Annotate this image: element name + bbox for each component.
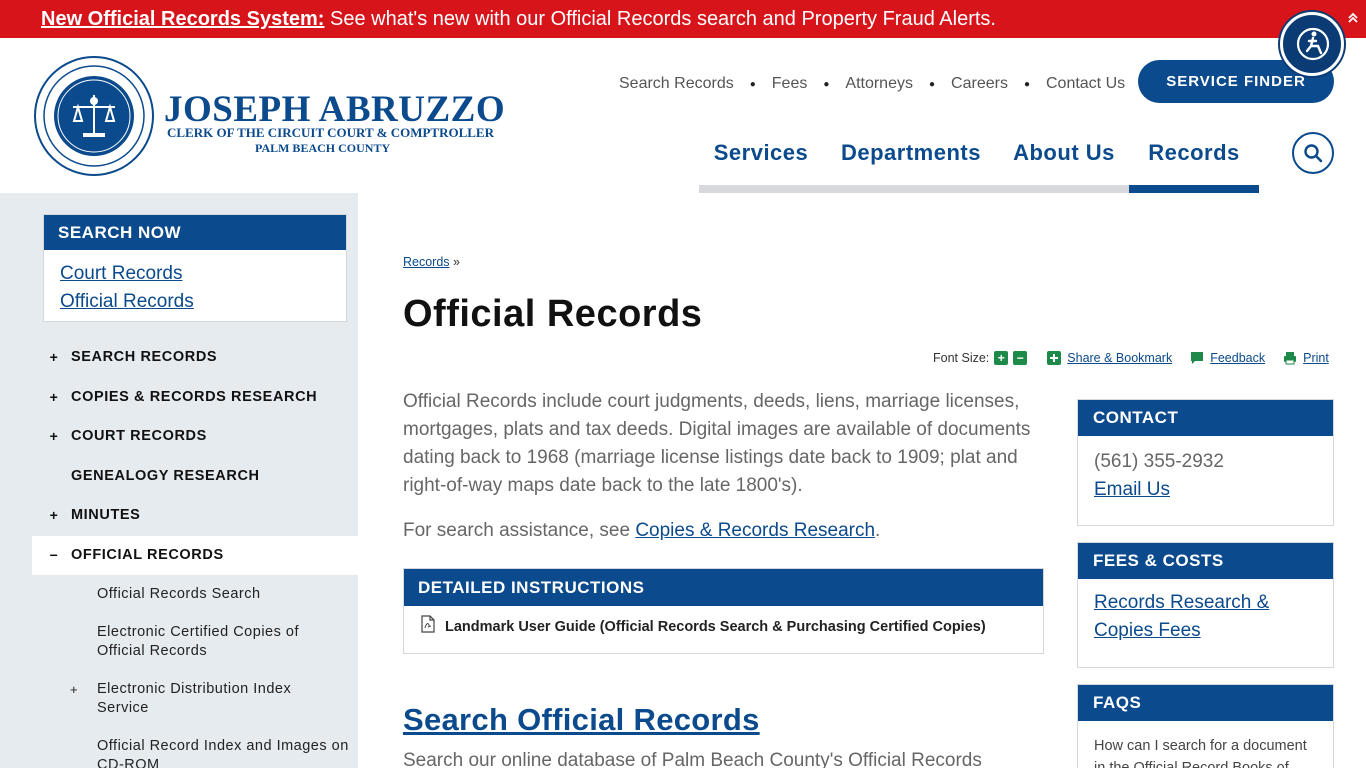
faqs-card: FAQS How can I search for a document in … — [1077, 684, 1334, 768]
sidebar-item-official-records[interactable]: − OFFICIAL RECORDS — [32, 535, 358, 576]
sidebar-item-label: COURT RECORDS — [71, 428, 207, 444]
faq-question-cont[interactable]: in the Official Record Books of — [1094, 757, 1317, 768]
search-now-title: SEARCH NOW — [44, 215, 346, 250]
breadcrumb-separator: » — [449, 255, 460, 269]
util-nav-attorneys[interactable]: Attorneys — [845, 75, 913, 93]
collapse-icon[interactable]: − — [48, 536, 60, 576]
chevron-up-icon[interactable] — [1340, 0, 1366, 38]
search-now-box: SEARCH NOW Court Records Official Record… — [43, 214, 347, 322]
main-nav: Services Departments About Us Records — [699, 138, 1259, 193]
sidebar-item-label: MINUTES — [71, 507, 141, 523]
sidebar-item-minutes[interactable]: + MINUTES — [32, 496, 358, 536]
expand-icon[interactable]: + — [48, 496, 60, 536]
subnav-label: Official Record Index and Images on CD-R… — [97, 738, 349, 768]
nav-departments[interactable]: Departments — [837, 138, 985, 185]
feedback-link[interactable]: Feedback — [1210, 351, 1265, 365]
court-records-link[interactable]: Court Records — [44, 260, 346, 288]
search-official-records-heading[interactable]: Search Official Records — [403, 702, 760, 738]
subnav-label: Official Records Search — [97, 586, 261, 602]
separator-dot: ● — [928, 78, 936, 90]
clerk-seal-logo[interactable] — [33, 55, 155, 177]
expand-icon[interactable]: + — [48, 338, 60, 378]
alert-text: See what's new with our Official Records… — [324, 8, 996, 30]
separator-dot: ● — [1023, 78, 1030, 90]
search-icon — [1304, 144, 1323, 163]
util-nav-careers[interactable]: Careers — [951, 75, 1008, 93]
sidebar-item-label: OFFICIAL RECORDS — [71, 546, 224, 563]
detailed-instructions-box: DETAILED INSTRUCTIONS Landmark User Guid… — [403, 568, 1044, 654]
font-size-label: Font Size: — [933, 351, 990, 365]
side-menu: + SEARCH RECORDS + COPIES & RECORDS RESEAR… — [32, 338, 358, 768]
breadcrumb: Records » — [403, 255, 460, 269]
expand-icon[interactable]: + — [70, 680, 78, 699]
contact-card: CONTACT (561) 355-2932 Email Us — [1077, 399, 1334, 526]
subnav-official-records-search[interactable]: Official Records Search — [32, 585, 358, 623]
sidebar-item-search-records[interactable]: + SEARCH RECORDS — [32, 338, 358, 378]
site-header: JOSEPH ABRUZZO CLERK OF THE CIRCUIT COUR… — [0, 38, 1366, 193]
fees-card: FEES & COSTS Records Research & Copies F… — [1077, 542, 1334, 668]
search-button[interactable] — [1292, 132, 1334, 174]
font-decrease-button[interactable]: − — [1013, 351, 1028, 365]
official-records-link[interactable]: Official Records — [44, 288, 346, 316]
print-icon — [1284, 352, 1297, 365]
expand-icon[interactable]: + — [48, 378, 60, 418]
nav-underline — [699, 185, 1129, 193]
page-tools: Font Size: + − Share & Bookmark Feedback… — [933, 351, 1329, 365]
subnav-label: Electronic Distribution Index Service — [97, 681, 292, 716]
section-description: Search our online database of Palm Beach… — [403, 750, 982, 768]
util-nav-search-records[interactable]: Search Records — [619, 75, 734, 93]
separator-dot: ● — [749, 78, 756, 90]
pdf-icon — [421, 615, 435, 633]
sidebar: SEARCH NOW Court Records Official Record… — [0, 193, 358, 768]
sidebar-item-copies-research[interactable]: + COPIES & RECORDS RESEARCH — [32, 378, 358, 418]
sidebar-item-court-records[interactable]: + COURT RECORDS — [32, 417, 358, 457]
nav-records[interactable]: Records — [1139, 138, 1249, 185]
copies-research-link[interactable]: Copies & Records Research — [635, 520, 875, 541]
subnav-label: Electronic Certified Copies of Official … — [97, 624, 299, 659]
separator-dot: ● — [823, 78, 830, 90]
contact-title: CONTACT — [1078, 400, 1333, 436]
share-plus-icon — [1047, 351, 1062, 365]
print-link[interactable]: Print — [1303, 351, 1329, 365]
feedback-icon — [1191, 352, 1204, 364]
util-nav-contact-us[interactable]: Contact Us — [1046, 75, 1125, 93]
assist-prefix: For search assistance, see — [403, 520, 636, 541]
page-title: Official Records — [403, 293, 703, 335]
share-bookmark-link[interactable]: Share & Bookmark — [1067, 351, 1172, 365]
intro-paragraph: Official Records include court judgments… — [403, 391, 1031, 496]
email-us-link[interactable]: Email Us — [1094, 479, 1170, 500]
utility-nav: Search Records ● Fees ● Attorneys ● Care… — [619, 75, 1125, 93]
accessibility-button[interactable] — [1280, 12, 1344, 76]
subnav-index-images-cd[interactable]: Official Record Index and Images on CD-R… — [32, 737, 358, 768]
nav-about-us[interactable]: About Us — [1012, 138, 1116, 185]
alert-banner: New Official Records System: See what's … — [0, 0, 1366, 38]
faq-question[interactable]: How can I search for a document — [1094, 735, 1317, 757]
clerk-title: CLERK OF THE CIRCUIT COURT & COMPTROLLER — [167, 125, 494, 140]
alert-link[interactable]: New Official Records System: — [41, 8, 324, 30]
breadcrumb-records-link[interactable]: Records — [403, 255, 450, 269]
landmark-guide-item[interactable]: Landmark User Guide (Official Records Se… — [404, 606, 1043, 635]
util-nav-fees[interactable]: Fees — [772, 75, 808, 93]
expand-icon[interactable]: + — [48, 417, 60, 457]
nav-services[interactable]: Services — [711, 138, 811, 185]
faqs-title: FAQS — [1078, 685, 1333, 721]
fees-link-line1[interactable]: Records Research & — [1094, 592, 1269, 613]
fees-title: FEES & COSTS — [1078, 543, 1333, 579]
nav-active-indicator — [1129, 185, 1259, 193]
sidebar-item-label: SEARCH RECORDS — [71, 349, 218, 365]
contact-phone: (561) 355-2932 — [1094, 451, 1224, 472]
instructions-title: DETAILED INSTRUCTIONS — [404, 569, 1043, 606]
landmark-guide-link[interactable]: Landmark User Guide (Official Records Se… — [445, 619, 986, 635]
sidebar-item-label: COPIES & RECORDS RESEARCH — [71, 388, 318, 405]
search-assistance-text: For search assistance, see Copies & Reco… — [403, 520, 880, 542]
fees-link-line2[interactable]: Copies Fees — [1094, 620, 1201, 641]
subnav-electronic-certified-copies[interactable]: Electronic Certified Copies of Official … — [32, 623, 358, 680]
wheelchair-icon — [1296, 27, 1330, 61]
subnav-electronic-distribution[interactable]: + Electronic Distribution Index Service — [32, 680, 358, 737]
assist-suffix: . — [875, 520, 881, 541]
sidebar-item-genealogy[interactable]: GENEALOGY RESEARCH — [32, 457, 358, 497]
sidebar-item-label: GENEALOGY RESEARCH — [71, 467, 260, 484]
font-increase-button[interactable]: + — [994, 351, 1009, 365]
county-name: PALM BEACH COUNTY — [255, 141, 391, 155]
